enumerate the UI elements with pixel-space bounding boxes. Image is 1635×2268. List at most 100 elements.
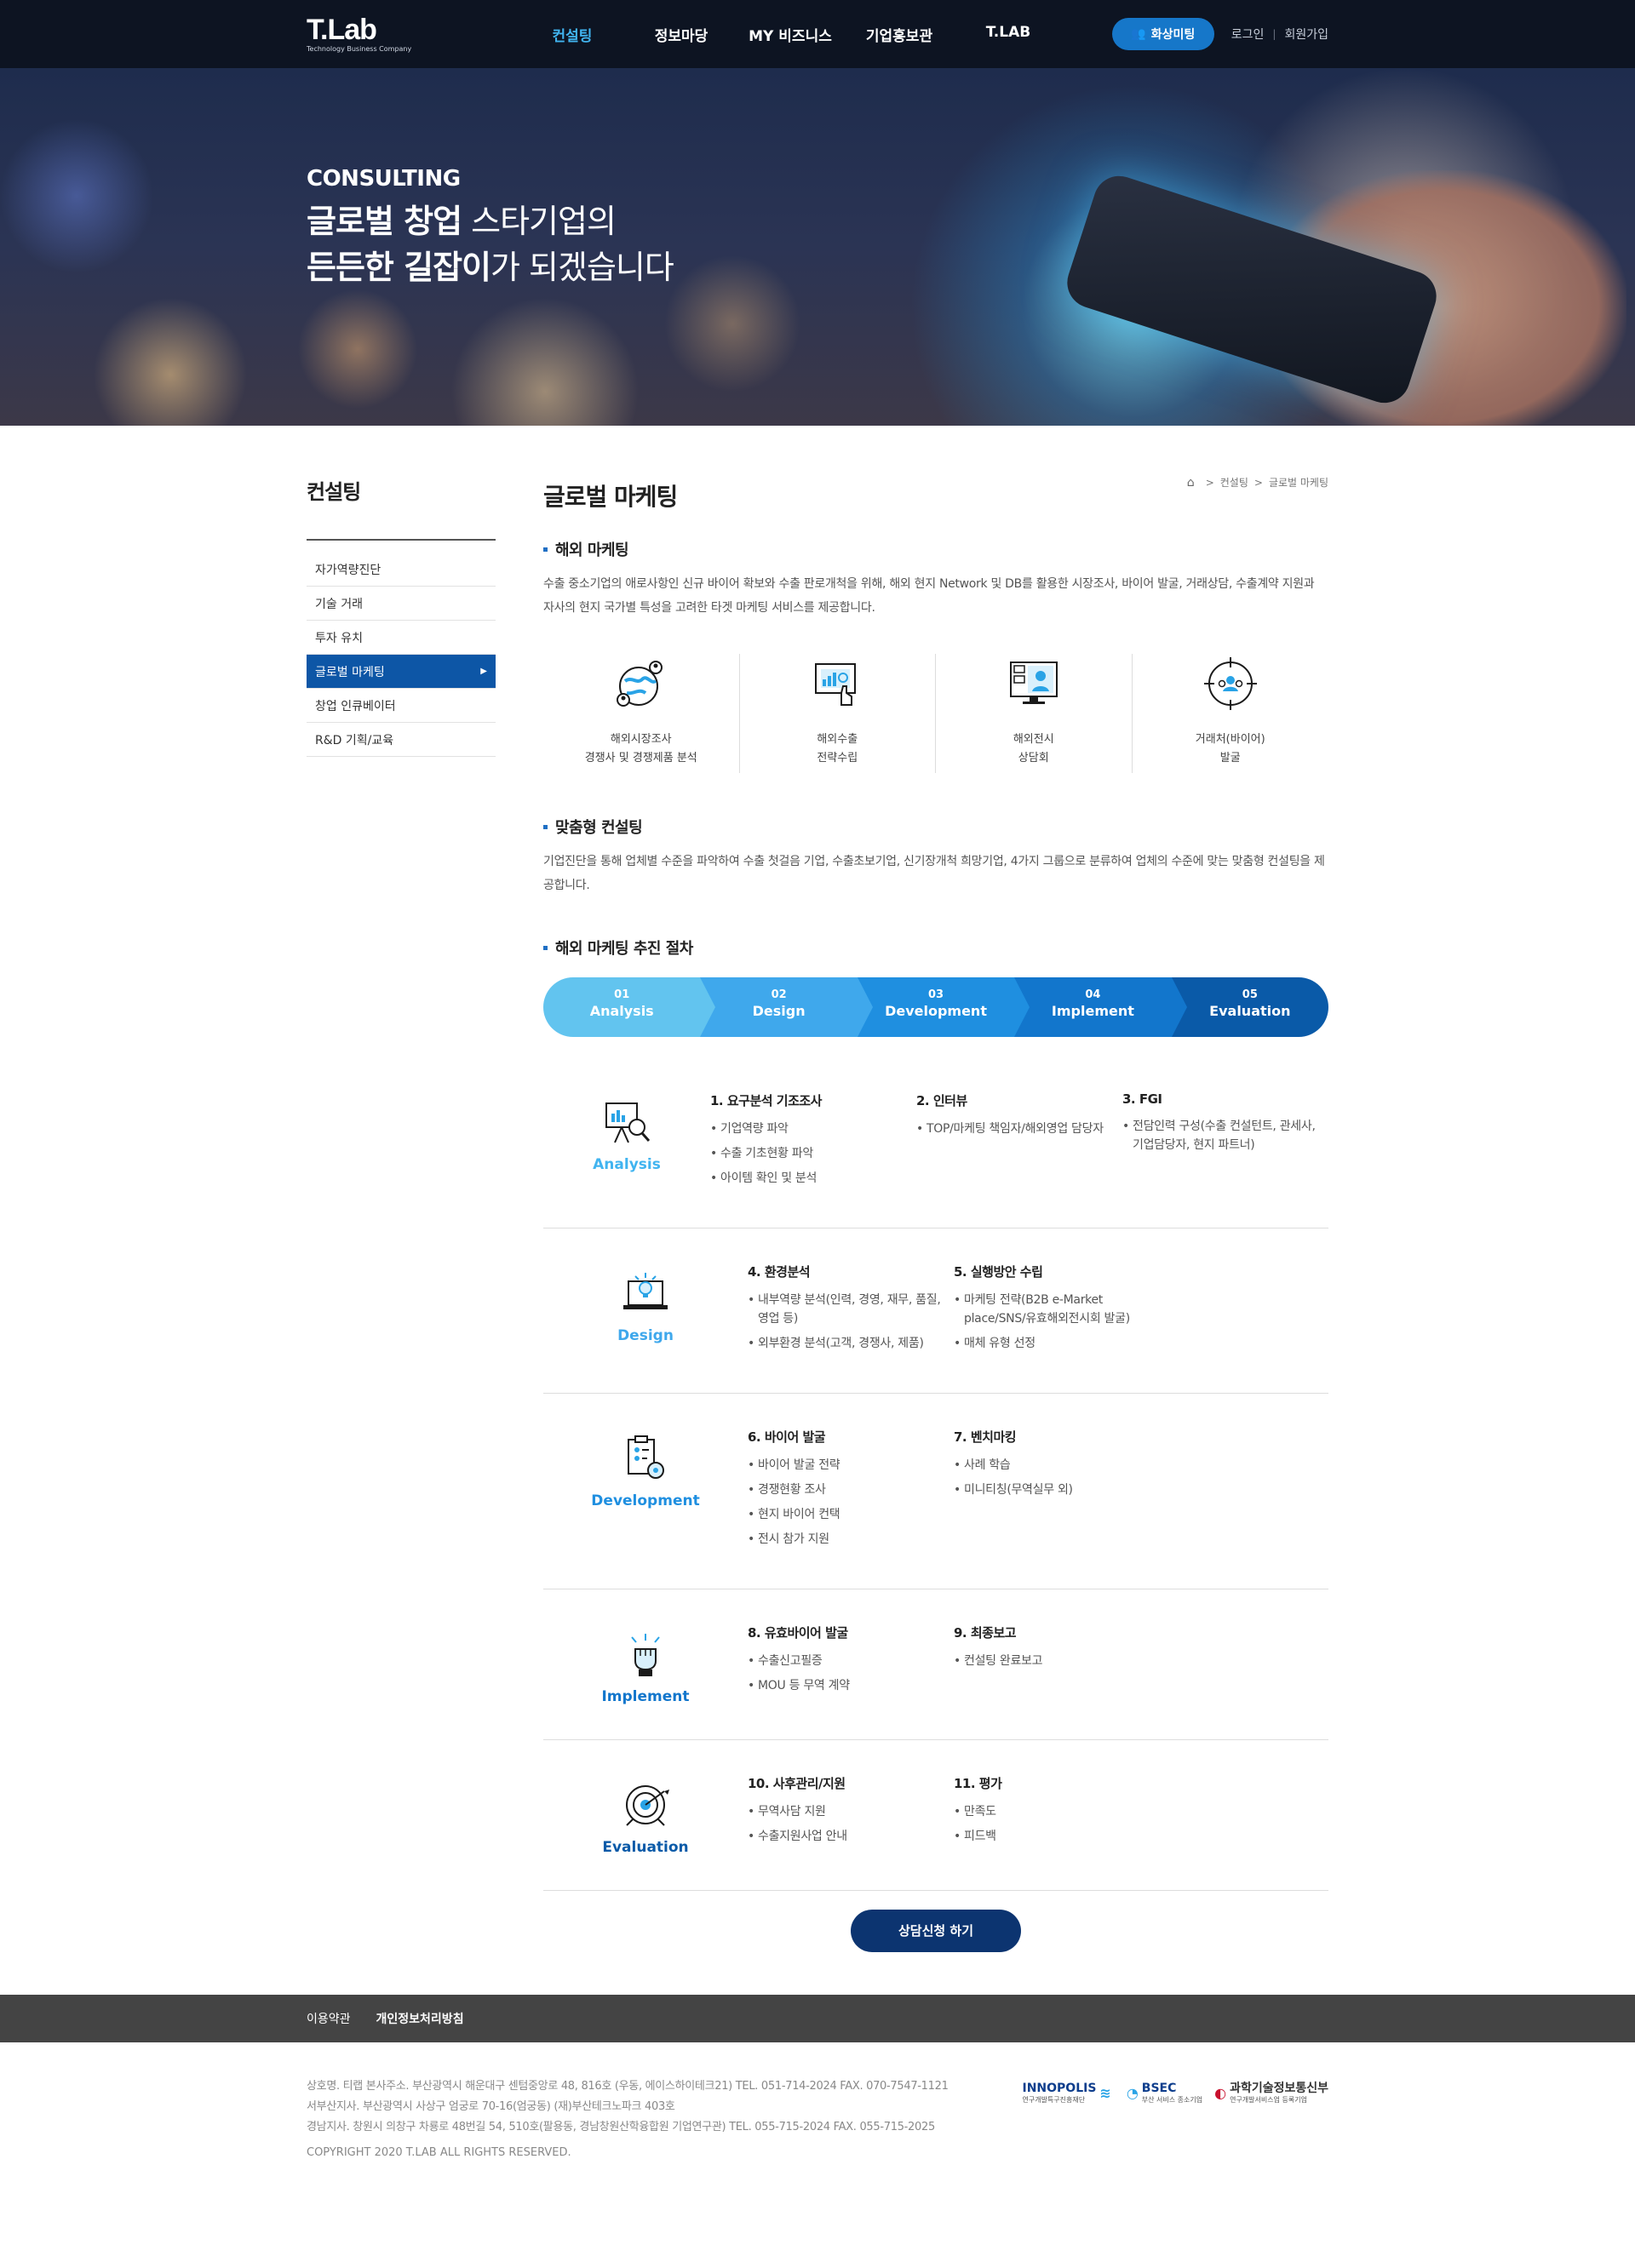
- nav-info[interactable]: 정보마당: [627, 24, 736, 45]
- hero-line2-bold: 든든한 길잡이: [307, 249, 491, 286]
- process-step: 01 Analysis: [543, 977, 716, 1037]
- process-col-item: 마케팅 전략(B2B e-Market place/SNS/유효해외전시회 발굴…: [954, 1291, 1160, 1328]
- process-step: 02 Design: [700, 977, 874, 1037]
- step-number: 05: [1242, 988, 1258, 1001]
- hero-line1-bold: 글로벌 창업: [307, 203, 462, 240]
- service-label: 해외수출 전략수립: [817, 733, 858, 765]
- sidebar-menu: 자가역량진단 기술 거래 투자 유치 글로벌 마케팅 ▶ 창업 인큐베이터 R&D…: [307, 553, 496, 757]
- site-header: T.Lab Technology Business Company 컨설팅 정보…: [0, 0, 1635, 68]
- process-col: 9. 최종보고컨설팅 완료보고: [954, 1624, 1160, 1705]
- sidebar-item-global-marketing[interactable]: 글로벌 마케팅 ▶: [307, 655, 496, 689]
- service-label: 거래처(바이어) 발굴: [1195, 733, 1265, 765]
- consult-request-button[interactable]: 상담신청 하기: [851, 1910, 1021, 1952]
- section-title-overseas: 해외 마케팅: [543, 538, 1328, 560]
- process-col-item: 피드백: [954, 1827, 1160, 1846]
- nav-consulting[interactable]: 컨설팅: [518, 24, 627, 45]
- step-label: Evaluation: [1209, 1003, 1291, 1019]
- nav-my-business[interactable]: MY 비즈니스: [736, 24, 845, 45]
- process-col-item: MOU 등 무역 계약: [748, 1676, 954, 1695]
- footer: 상호명. 티랩 본사주소. 부산광역시 해운대구 센텀중앙로 48, 816호 …: [0, 2042, 1635, 2210]
- target-arrow-icon: [620, 1779, 671, 1830]
- bsec-logo: ◔ BSEC 부산 서비스 종소기업: [1127, 2082, 1202, 2105]
- process-col-item: 미니티칭(무역실무 외): [954, 1480, 1160, 1499]
- main-nav: 컨설팅 정보마당 MY 비즈니스 기업홍보관 T.LAB: [518, 24, 1063, 45]
- process-col: 2. 인터뷰 TOP/마케팅 책임자/해외영업 담당자: [916, 1091, 1122, 1194]
- process-col: 5. 실행방안 수립마케팅 전략(B2B e-Market place/SNS/…: [954, 1263, 1160, 1359]
- sidebar-item-rnd[interactable]: R&D 기획/교육: [307, 723, 496, 757]
- taegeuk-icon: ◐: [1214, 2085, 1227, 2101]
- partner-name: INNOPOLIS: [1022, 2082, 1097, 2095]
- sidebar-item-incubator[interactable]: 창업 인큐베이터: [307, 689, 496, 723]
- breadcrumb-sep: >: [1205, 476, 1214, 489]
- login-link[interactable]: 로그인: [1231, 26, 1265, 43]
- process-row-name: Evaluation: [602, 1839, 689, 1856]
- step-number: 01: [614, 988, 630, 1001]
- process-step: 05 Evaluation: [1171, 977, 1328, 1037]
- process-col-item: 기업역량 파악: [710, 1120, 916, 1138]
- sidebar-item-self-diagnosis[interactable]: 자가역량진단: [307, 553, 496, 587]
- sidebar-item-tech-trade[interactable]: 기술 거래: [307, 587, 496, 621]
- sidebar-item-label: 기술 거래: [315, 597, 363, 611]
- main-content: 글로벌 마케팅 ⌂ > 컨설팅 > 글로벌 마케팅 해외 마케팅 수출 중소기업…: [543, 475, 1328, 1952]
- process-col-item: 바이어 발굴 전략: [748, 1456, 954, 1475]
- sidebar-title: 컨설팅: [307, 475, 496, 541]
- raised-fist-icon: [620, 1629, 671, 1680]
- section-desc-custom: 기업진단을 통해 업체별 수준을 파악하여 수출 첫걸음 기업, 수출초보기업,…: [543, 855, 1325, 892]
- wave-icon: ≋: [1099, 2085, 1111, 2101]
- process-col-item: 무역사담 지원: [748, 1802, 954, 1821]
- sidebar-item-label: R&D 기획/교육: [315, 733, 394, 747]
- swirl-icon: ◔: [1126, 2085, 1139, 2101]
- process-col-title: 4. 환경분석: [748, 1264, 811, 1280]
- chevron-right-icon: ▶: [480, 667, 487, 676]
- step-number: 03: [927, 988, 944, 1001]
- video-meeting-label: 화상미팅: [1150, 28, 1196, 42]
- process-col-title: 9. 최종보고: [954, 1625, 1017, 1641]
- divider: |: [1272, 28, 1276, 40]
- sidebar-item-label: 자가역량진단: [315, 563, 382, 577]
- home-icon[interactable]: ⌂: [1187, 476, 1195, 490]
- breadcrumb-sep: >: [1254, 476, 1263, 489]
- process-col-title: 1. 요구분석 기조조사: [710, 1093, 822, 1108]
- process-col-item: 아이템 확인 및 분석: [710, 1169, 916, 1188]
- step-number: 02: [771, 988, 787, 1001]
- process-col-item: 현지 바이어 컨택: [748, 1505, 954, 1524]
- step-label: Analysis: [589, 1003, 654, 1019]
- process-col-item: 수출 기초현황 파악: [710, 1144, 916, 1163]
- process-col: 4. 환경분석내부역량 분석(인력, 경영, 재무, 품질, 영업 등) 외부환경…: [748, 1263, 954, 1359]
- breadcrumb-item[interactable]: 글로벌 마케팅: [1269, 475, 1328, 490]
- hero-line1-rest: 스타기업의: [462, 203, 617, 240]
- process-col-item: 수출지원사업 안내: [748, 1827, 954, 1846]
- video-meeting-button[interactable]: 👥 화상미팅: [1111, 18, 1214, 50]
- logo[interactable]: T.Lab Technology Business Company: [307, 15, 494, 53]
- join-link[interactable]: 회원가입: [1284, 26, 1328, 43]
- breadcrumb-item[interactable]: 컨설팅: [1220, 475, 1248, 490]
- process-col-title: 2. 인터뷰: [916, 1093, 967, 1108]
- innopolis-logo: INNOPOLIS 연구개발특구진흥재단 ≋: [1022, 2082, 1114, 2105]
- process-col: 7. 벤치마킹사례 학습미니티칭(무역실무 외): [954, 1428, 1160, 1555]
- process-col-item: 사례 학습: [954, 1456, 1160, 1475]
- partner-sub: 연구개발서비스업 등록기업: [1230, 2096, 1307, 2104]
- people-icon: 👥: [1131, 27, 1146, 41]
- nav-promotion[interactable]: 기업홍보관: [845, 24, 954, 45]
- process-col-title: 7. 벤치마킹: [954, 1429, 1017, 1445]
- privacy-link[interactable]: 개인정보처리방침: [376, 2010, 464, 2027]
- process-row: Analysis 1. 요구분석 기조조사기업역량 파악수출 기초현황 파악아이템…: [543, 1057, 1328, 1228]
- service-item: 해외수출 전략수립: [740, 654, 936, 773]
- terms-link[interactable]: 이용약관: [307, 2010, 351, 2027]
- step-label: Design: [752, 1003, 806, 1019]
- service-label: 해외시장조사 경쟁사 및 경쟁제품 분석: [584, 733, 697, 765]
- process-col-title: 10. 사후관리/지원: [748, 1776, 846, 1791]
- copyright: COPYRIGHT 2020 T.LAB ALL RIGHTS RESERVED…: [307, 2146, 571, 2159]
- sidebar-item-investment[interactable]: 투자 유치: [307, 621, 496, 655]
- service-item: 해외전시 상담회: [936, 654, 1133, 773]
- section-title-process: 해외 마케팅 추진 절차: [543, 936, 1328, 959]
- process-detail: Analysis 1. 요구분석 기조조사기업역량 파악수출 기초현황 파악아이템…: [543, 1057, 1328, 1891]
- process-col: 10. 사후관리/지원무역사담 지원수출지원사업 안내: [748, 1774, 954, 1856]
- process-col: 1. 요구분석 기조조사기업역량 파악수출 기초현황 파악아이템 확인 및 분석: [710, 1091, 916, 1194]
- process-col-title: 3. FGI: [1122, 1091, 1162, 1107]
- display-users-icon: [1004, 654, 1064, 713]
- nav-tlab[interactable]: T.LAB: [954, 24, 1063, 45]
- partner-name: 과학기술정보통신부: [1230, 2082, 1328, 2095]
- footer-nav: 이용약관 개인정보처리방침: [0, 1995, 1635, 2042]
- process-row-name: Development: [591, 1492, 700, 1509]
